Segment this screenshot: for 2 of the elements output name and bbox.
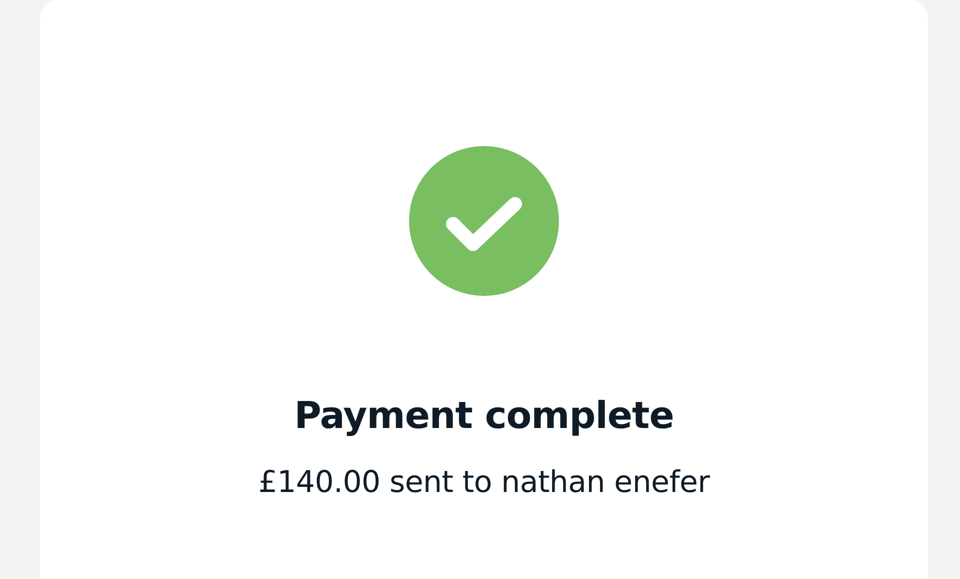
payment-message: £140.00 sent to nathan enefer — [258, 465, 710, 500]
payment-title: Payment complete — [294, 394, 674, 437]
